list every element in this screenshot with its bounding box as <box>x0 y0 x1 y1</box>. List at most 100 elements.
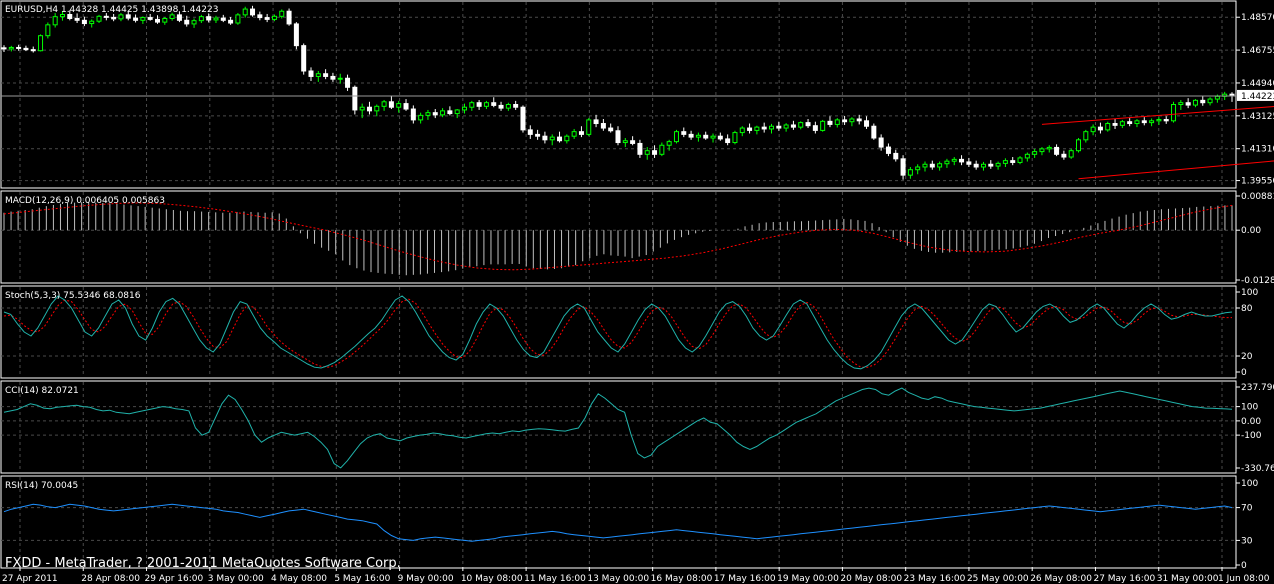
candle-body <box>747 127 753 131</box>
candle-body <box>1046 146 1052 150</box>
candle-body <box>798 122 804 128</box>
candle-body <box>900 158 906 176</box>
candle-body <box>571 131 577 137</box>
time-tick-label: 29 Apr 16:00 <box>145 574 204 584</box>
price-tick-label: 1.39550 <box>1241 177 1274 187</box>
candle-body <box>30 49 36 52</box>
indicator-tick-label: 70 <box>1241 504 1253 514</box>
price-tick-label: 1.41310 <box>1241 145 1274 155</box>
candle-body <box>513 104 519 108</box>
candle-body <box>988 163 994 167</box>
candle-body <box>279 10 285 17</box>
candle-body <box>1149 120 1155 124</box>
candle-body <box>23 47 29 51</box>
candle-body <box>410 108 416 121</box>
candle-body <box>805 122 811 127</box>
candle-body <box>213 17 219 21</box>
candle-body <box>754 126 760 131</box>
time-tick-label: 9 May 00:00 <box>398 574 454 584</box>
candle-body <box>769 125 774 130</box>
candle-body <box>1163 119 1169 122</box>
candle-body <box>951 158 957 162</box>
candle-body <box>425 112 431 116</box>
candle-body <box>725 138 731 144</box>
candle-body <box>864 120 870 127</box>
candle-body <box>118 14 124 20</box>
candle-body <box>937 163 943 168</box>
candle-body <box>162 17 168 23</box>
candle-body <box>111 16 117 20</box>
macd-label: MACD(12,26,9) 0.006405 0.005863 <box>5 196 165 206</box>
candle-body <box>235 14 241 24</box>
candle-body <box>1039 148 1045 153</box>
candle-body <box>462 106 467 111</box>
time-tick-label: 23 May 16:00 <box>904 574 966 584</box>
candle-body <box>549 136 555 141</box>
candle-body <box>191 20 197 25</box>
candle-body <box>418 114 424 121</box>
candle-body <box>673 131 679 143</box>
candle-body <box>1061 153 1067 158</box>
candle-body <box>564 135 570 142</box>
candle-body <box>125 14 131 19</box>
indicator-tick-label: 0.00 <box>1241 417 1261 427</box>
candle-body <box>535 133 541 137</box>
candle-body <box>169 14 175 19</box>
candle-body <box>1 47 7 50</box>
candle-body <box>198 16 204 22</box>
candle-body <box>67 14 73 19</box>
candle-body <box>593 119 599 125</box>
candle-body <box>293 23 299 47</box>
candle-body <box>1097 126 1103 131</box>
candle-body <box>659 144 665 155</box>
candle-body <box>498 104 504 109</box>
candle-body <box>885 146 891 154</box>
candle-body <box>1090 126 1096 133</box>
candle-body <box>1017 157 1023 163</box>
indicator-tick-label: 100 <box>1241 479 1258 489</box>
indicator-tick-label: 0.00881 <box>1241 192 1274 202</box>
candle-body <box>966 161 972 165</box>
candle-body <box>1192 99 1198 106</box>
candle-body <box>1112 123 1118 126</box>
metatrader-chart-window[interactable]: 1.48570 1.46755 1.44940 1.43125 1.41310 1.395… <box>0 0 1274 584</box>
candle-body <box>38 35 44 52</box>
candle-body <box>469 102 475 108</box>
candle-body <box>681 131 687 135</box>
indicator-tick-label: 80 <box>1241 304 1253 314</box>
candle-body <box>74 17 80 21</box>
indicator-tick-label: 0.00 <box>1241 226 1261 236</box>
candle-body <box>257 14 263 19</box>
time-tick-label: 31 May 00:00 <box>1157 574 1219 584</box>
candle-body <box>403 103 409 110</box>
candle-body <box>973 163 979 168</box>
candle-body <box>345 77 351 88</box>
time-tick-label: 27 Apr 2011 <box>2 574 58 584</box>
candle-body <box>1156 119 1162 122</box>
symbol-label: EURUSD,H4 1.44328 1.44425 1.43898 1.4422… <box>5 5 218 15</box>
candle-body <box>666 141 672 146</box>
candle-body <box>527 129 533 135</box>
candle-body <box>1200 99 1206 104</box>
time-tick-label: 25 May 00:00 <box>967 574 1029 584</box>
time-tick-label: 3 May 00:00 <box>208 574 264 584</box>
candle-body <box>440 110 446 116</box>
candle-body <box>476 102 482 107</box>
indicator-tick-label: 100 <box>1241 403 1258 413</box>
candle-body <box>1010 160 1016 163</box>
candle-body <box>959 158 965 163</box>
candle-body <box>220 17 226 21</box>
indicator-tick-label: 0 <box>1241 561 1247 571</box>
candle-body <box>184 19 190 25</box>
time-tick-label: 10 May 08:00 <box>461 574 523 584</box>
candle-body <box>228 19 234 24</box>
candle-body <box>359 106 365 111</box>
candle-body <box>600 123 606 129</box>
time-tick-label: 17 May 16:00 <box>714 574 776 584</box>
candle-body <box>630 140 636 144</box>
candle-body <box>710 135 716 139</box>
candle-body <box>337 77 343 80</box>
price-tick-label: 1.44940 <box>1241 79 1274 89</box>
candle-body <box>608 127 614 132</box>
candle-body <box>301 45 307 72</box>
